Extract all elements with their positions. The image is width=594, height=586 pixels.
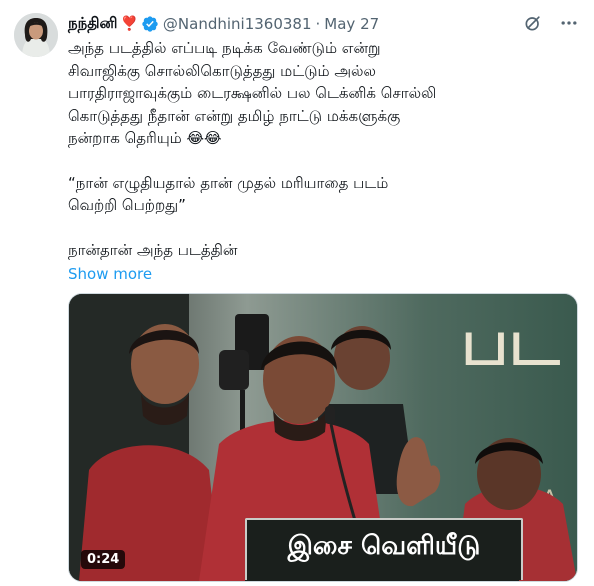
tweet-date[interactable]: May 27 [324, 15, 379, 33]
backdrop-letters: பட [461, 306, 561, 380]
video-banner-text: இசை வெளியீடு [245, 518, 523, 580]
verified-badge-icon[interactable] [141, 15, 159, 33]
tweet-text: அந்த படத்தில் எப்படி நடிக்க வேண்டும் என்… [68, 37, 580, 286]
video-duration: 0:24 [81, 550, 126, 569]
video-player[interactable]: பட S A SU [68, 293, 578, 582]
tweet-quote: “நான் எழுதியதால் தான் முதல் மரியாதை படம்… [68, 173, 389, 215]
heart-emoji: ❣️ [120, 16, 138, 32]
tweet-header: நந்தினி ❣️ @Nandhini1360381 · May 27 [68, 13, 379, 35]
tweet-paragraph: அந்த படத்தில் எப்படி நடிக்க வேண்டும் என்… [68, 39, 437, 147]
avatar[interactable] [14, 13, 58, 57]
header-separator: · [315, 15, 321, 33]
tweet-card[interactable]: நந்தினி ❣️ @Nandhini1360381 · May 27 அந்… [0, 0, 594, 586]
author-handle[interactable]: @Nandhini1360381 [163, 15, 312, 33]
tweet-paragraph-truncated: நான்தான் அந்த படத்தின் [68, 240, 238, 259]
author-name[interactable]: நந்தினி [68, 14, 117, 34]
show-more-link[interactable]: Show more [68, 263, 152, 286]
grok-icon[interactable] [522, 12, 544, 34]
tweet-actions-top [522, 12, 580, 34]
avatar-image [14, 13, 58, 57]
more-icon[interactable] [558, 12, 580, 34]
